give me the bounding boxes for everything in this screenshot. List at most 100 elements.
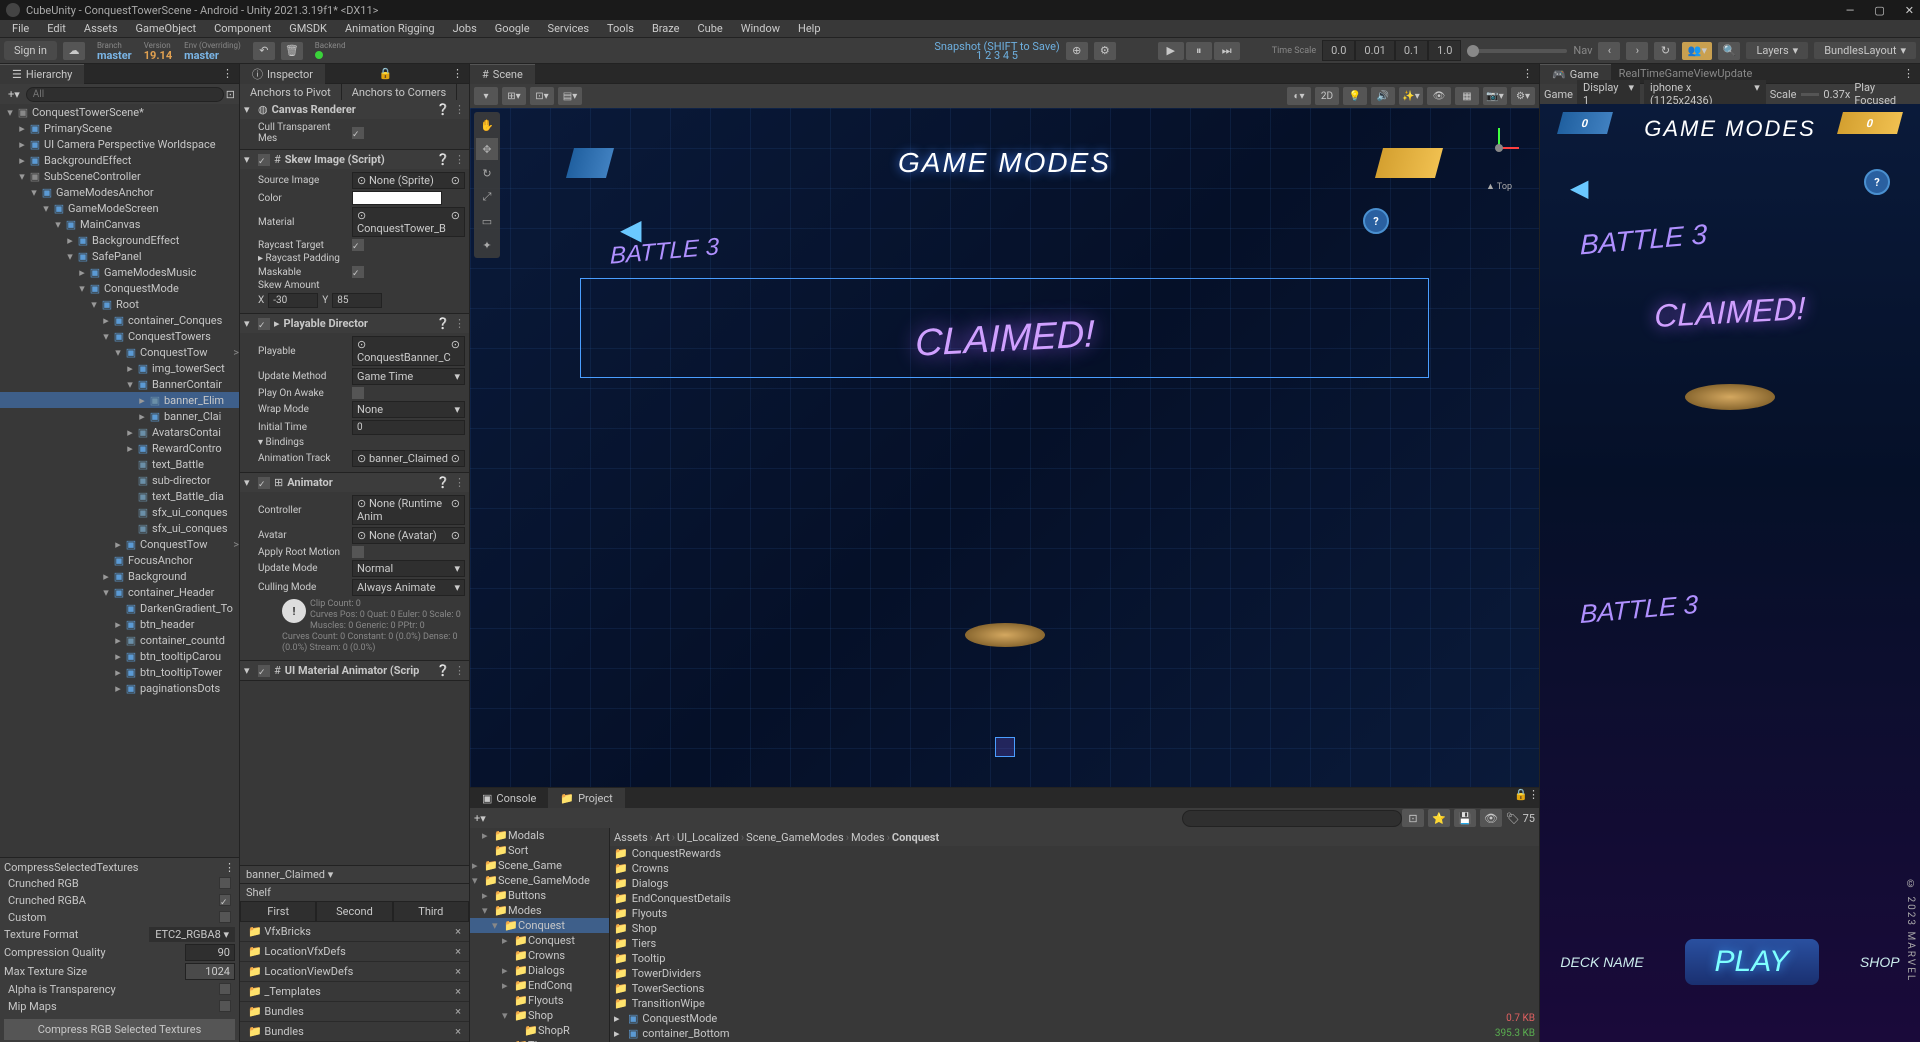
hierarchy-item[interactable]: ▸▣banner_Elim	[0, 392, 239, 408]
timescale-buttons[interactable]: 0.00.010.11.0	[1322, 40, 1461, 61]
asset-item[interactable]: 📁TransitionWipe	[610, 996, 1539, 1011]
console-tab[interactable]: ▣Console	[470, 788, 548, 808]
menu-braze[interactable]: Braze	[644, 20, 688, 37]
breadcrumb[interactable]: UI_Localized	[677, 831, 739, 844]
nav-prev-icon[interactable]: ‹	[1598, 42, 1620, 60]
panel-menu-icon[interactable]: ⋮	[446, 67, 469, 80]
hierarchy-item[interactable]: ▸▣ConquestTow>	[0, 536, 239, 552]
folder-item[interactable]: ▸📁Dialogs	[470, 963, 609, 978]
scene-tab[interactable]: #Scene	[470, 64, 535, 84]
trash-icon[interactable]: 🗑	[281, 42, 303, 60]
asset-item[interactable]: 📁Dialogs	[610, 876, 1539, 891]
menu-component[interactable]: Component	[206, 20, 279, 37]
save-icon[interactable]: 💾	[1454, 809, 1476, 827]
breadcrumb[interactable]: Assets	[614, 831, 648, 844]
checkbox[interactable]	[352, 239, 364, 251]
quality-input[interactable]	[185, 944, 235, 961]
undo-icon[interactable]: ↶	[253, 42, 275, 60]
asset-item[interactable]: ▸▣container_Bottom395.3 KB	[610, 1026, 1539, 1041]
menu-google[interactable]: Google	[487, 20, 538, 37]
shop-button[interactable]: SHOP	[1860, 954, 1900, 970]
component-header[interactable]: ▾#Skew Image (Script)❔⋮	[240, 150, 469, 169]
shelf-item[interactable]: 📁 VfxBricks×	[240, 922, 469, 942]
asset-item[interactable]: 📁Crowns	[610, 861, 1539, 876]
close-icon[interactable]: ×	[455, 1005, 461, 1018]
shelf-item[interactable]: 📁 Bundles×	[240, 1022, 469, 1042]
nav-next-icon[interactable]: ›	[1626, 42, 1648, 60]
object-field[interactable]: ⊙ ConquestTower_B⊙	[352, 207, 465, 237]
close-icon[interactable]: ×	[455, 945, 461, 958]
dropdown[interactable]: Normal▾	[352, 560, 465, 577]
close-icon[interactable]: ×	[455, 985, 461, 998]
ruler-icon[interactable]: ▤▾	[558, 87, 582, 105]
snap-icon[interactable]: ⊡▾	[530, 87, 554, 105]
gizmos-dropdown[interactable]: ⚙▾	[1511, 87, 1535, 105]
close-icon[interactable]: ×	[455, 965, 461, 978]
hierarchy-item[interactable]: ▸▣img_towerSect	[0, 360, 239, 376]
collab-icon[interactable]: 👥▾	[1682, 42, 1712, 60]
menu-jobs[interactable]: Jobs	[445, 20, 485, 37]
refresh-icon[interactable]: ↻	[1654, 42, 1676, 60]
hierarchy-item[interactable]: ▾▣GameModesAnchor	[0, 184, 239, 200]
folder-item[interactable]: ▾📁Conquest	[470, 918, 609, 933]
hierarchy-item[interactable]: ▾▣ConquestTow>	[0, 344, 239, 360]
object-field[interactable]: ⊙ None (Avatar)⊙	[352, 527, 465, 544]
checkbox[interactable]	[219, 894, 231, 906]
project-tab[interactable]: 📁Project	[548, 788, 624, 808]
hidden-icon[interactable]: 👁	[1480, 809, 1502, 827]
hierarchy-item[interactable]: ▸▣paginationsDots	[0, 680, 239, 696]
filter-icon[interactable]: ⊡	[226, 88, 235, 101]
hierarchy-item[interactable]: ▸▣container_countd	[0, 632, 239, 648]
hierarchy-item[interactable]: ▸▣container_Conques	[0, 312, 239, 328]
checkbox[interactable]	[352, 387, 364, 399]
lock-icon[interactable]: 🔒	[373, 67, 399, 80]
scale-0.0[interactable]: 0.0	[1322, 40, 1355, 61]
folder-item[interactable]: ▾📁Shop	[470, 1008, 609, 1023]
breadcrumb[interactable]: Scene_GameModes	[746, 831, 844, 844]
asset-item[interactable]: 📁Shop	[610, 921, 1539, 936]
folder-item[interactable]: ▾📁Modes	[470, 903, 609, 918]
hierarchy-item[interactable]: ▾▣Root	[0, 296, 239, 312]
scale-slider[interactable]	[1801, 93, 1820, 96]
breadcrumb[interactable]: Conquest	[892, 831, 939, 844]
anchor-button[interactable]: Anchors to Pivot	[240, 84, 342, 100]
fx-icon[interactable]: ✨▾	[1399, 87, 1423, 105]
timescale-slider[interactable]	[1467, 49, 1567, 53]
minimize-icon[interactable]: —	[1846, 4, 1855, 17]
hierarchy-item[interactable]: ▾▣GameModeScreen	[0, 200, 239, 216]
texformat-dropdown[interactable]: ETC2_RGBA8 ▾	[149, 927, 235, 942]
close-icon[interactable]: ×	[455, 1025, 461, 1038]
shelf-item[interactable]: 📁 Bundles×	[240, 1002, 469, 1022]
object-field[interactable]: ⊙ banner_Claimed⊙	[352, 450, 465, 467]
lock-icon[interactable]: 🔒	[1514, 788, 1528, 808]
folder-item[interactable]: ▸📁Conquest	[470, 933, 609, 948]
play-button[interactable]: ▶	[1158, 42, 1184, 60]
pivot-handle[interactable]	[995, 737, 1015, 757]
vcs-env (overriding)[interactable]: Env (Overriding)master	[178, 41, 247, 61]
checkbox[interactable]	[352, 127, 364, 139]
checkbox[interactable]	[352, 546, 364, 558]
breadcrumb[interactable]: Art	[655, 831, 670, 844]
pause-button[interactable]: ⏸	[1186, 42, 1212, 60]
filter-icon[interactable]: ⊡	[1402, 809, 1424, 827]
hierarchy-item[interactable]: ▾▣ConquestTowers	[0, 328, 239, 344]
hierarchy-item[interactable]: ▾▣SafePanel	[0, 248, 239, 264]
scale-tool-icon[interactable]: ⤢	[476, 186, 498, 208]
hierarchy-item[interactable]: ▸▣btn_header	[0, 616, 239, 632]
hierarchy-item[interactable]: ▸▣Background	[0, 568, 239, 584]
signin-button[interactable]: Sign in	[4, 41, 57, 60]
hierarchy-item[interactable]: ▣sfx_ui_conques	[0, 504, 239, 520]
back-arrow-icon[interactable]: ◀	[1570, 174, 1588, 202]
shading-dropdown[interactable]: ◐▾	[1287, 87, 1311, 105]
hierarchy-tab[interactable]: ☰Hierarchy	[0, 64, 84, 84]
compress-button[interactable]: Compress RGB Selected Textures	[4, 1019, 235, 1040]
folder-item[interactable]: 📁Tiers	[470, 1038, 609, 1042]
inspector-pathbar[interactable]: banner_Claimed ▾	[240, 865, 469, 883]
dropdown-icon[interactable]: ▾	[474, 87, 498, 105]
menu-cube[interactable]: Cube	[690, 20, 731, 37]
cam-icon[interactable]: ⊕	[1066, 42, 1088, 60]
hierarchy-item[interactable]: ▾▣ConquestMode	[0, 280, 239, 296]
layout-dropdown[interactable]: BundlesLayout▾	[1814, 42, 1916, 59]
shelf-item[interactable]: 📁 LocationViewDefs×	[240, 962, 469, 982]
asset-item[interactable]: 📁Flyouts	[610, 906, 1539, 921]
